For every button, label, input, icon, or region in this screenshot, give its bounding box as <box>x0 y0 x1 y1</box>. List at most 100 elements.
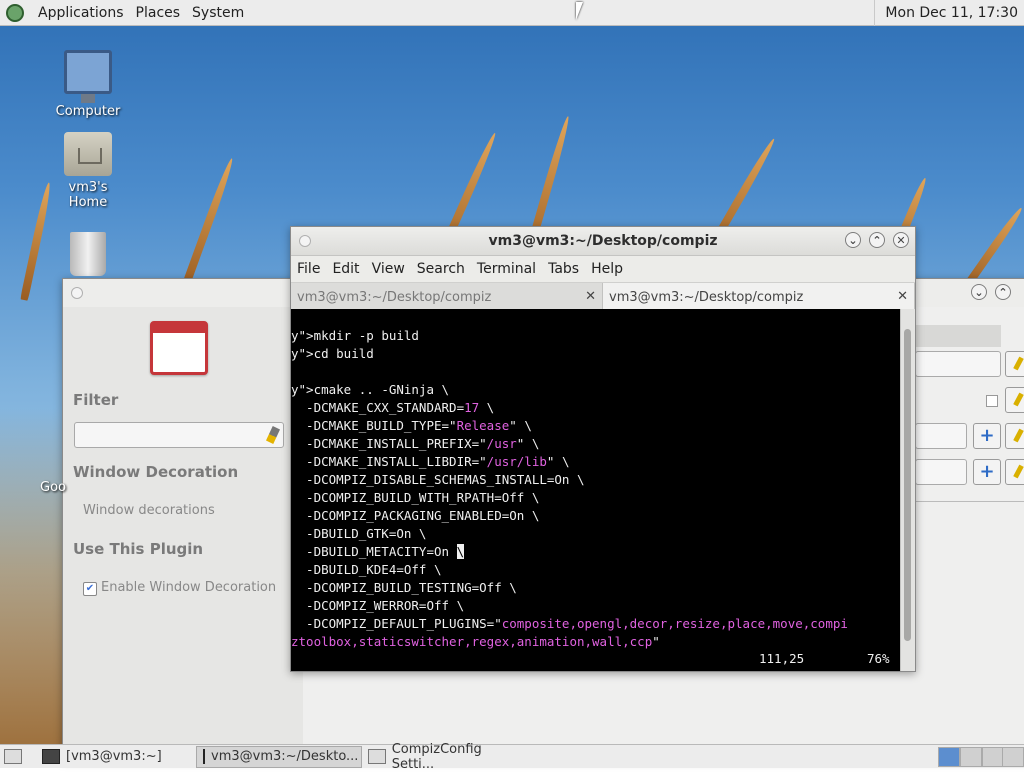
taskbar-item-terminal-2[interactable]: vm3@vm3:~/Deskto... <box>196 745 362 768</box>
terminal-line: y">cmake .. -GNinja \ <box>291 382 450 397</box>
terminal-line: -DBUILD_METACITY=On \ <box>291 544 465 559</box>
menu-applications[interactable]: Applications <box>32 5 130 21</box>
reset-setting-icon[interactable] <box>1005 387 1024 413</box>
setting-input[interactable] <box>915 423 967 449</box>
workspace-2[interactable] <box>960 747 982 767</box>
workspace-4[interactable] <box>1002 747 1024 767</box>
menu-places[interactable]: Places <box>130 5 187 21</box>
cursor-position: 111,25 <box>759 651 805 666</box>
reset-setting-icon[interactable] <box>1005 459 1024 485</box>
terminal-icon <box>203 749 205 764</box>
terminal-line: -DBUILD_KDE4=Off \ <box>291 562 442 577</box>
desktop-icon-computer[interactable]: Computer <box>46 50 130 119</box>
workspace-3[interactable] <box>982 747 1004 767</box>
taskbar-item-label: CompizConfig Setti... <box>391 741 482 772</box>
close-tab-icon[interactable]: ✕ <box>897 289 908 304</box>
panel-clock[interactable]: Mon Dec 11, 17:30 <box>874 0 1024 26</box>
taskbar-item-label: [vm3@vm3:~] <box>66 749 162 764</box>
window-menu-icon[interactable] <box>71 287 83 299</box>
show-desktop-icon[interactable] <box>0 746 36 768</box>
terminal-tab-2[interactable]: vm3@vm3:~/Desktop/compiz ✕ <box>603 283 915 311</box>
menu-system[interactable]: System <box>186 5 250 21</box>
terminal-line: -DCMAKE_CXX_STANDARD=17 \ <box>291 400 495 415</box>
menu-view[interactable]: View <box>366 261 411 277</box>
scroll-percent: 76% <box>867 651 890 666</box>
top-panel: Applications Places System Mon Dec 11, 1… <box>0 0 1024 26</box>
terminal-line: y">mkdir -p build <box>291 328 419 343</box>
menu-file[interactable]: File <box>291 261 326 277</box>
terminal-output[interactable]: y">mkdir -p build y">cd build y">cmake .. … <box>291 309 901 671</box>
desktop-icon-home[interactable]: vm3's Home <box>46 132 130 210</box>
window-menu-icon[interactable] <box>299 235 311 247</box>
add-item-icon[interactable]: + <box>973 423 1001 449</box>
taskbar-item-label: vm3@vm3:~/Deskto... <box>211 749 359 764</box>
tab-label: vm3@vm3:~/Desktop/compiz <box>609 289 804 305</box>
enable-plugin-label[interactable]: Enable Window Decoration <box>101 580 276 595</box>
taskbar-item-ccsm[interactable]: CompizConfig Setti... <box>362 742 532 772</box>
window-decoration-plugin-icon <box>150 321 208 375</box>
terminal-icon <box>42 749 60 764</box>
trash-icon <box>70 232 106 276</box>
minimize-icon[interactable]: ⌄ <box>845 232 861 248</box>
bottom-taskbar: [vm3@vm3:~] vm3@vm3:~/Deskto... CompizCo… <box>0 742 1024 772</box>
settings-icon <box>368 749 386 764</box>
workspace-1[interactable] <box>938 747 960 767</box>
terminal-tab-bar: vm3@vm3:~/Desktop/compiz ✕ vm3@vm3:~/Des… <box>291 283 915 312</box>
home-folder-icon <box>64 132 112 176</box>
terminal-line: -DCOMPIZ_BUILD_WITH_RPATH=Off \ <box>291 490 540 505</box>
menu-edit[interactable]: Edit <box>326 261 365 277</box>
computer-icon <box>64 50 112 103</box>
terminal-text: y">mkdir -p build y">cd build y">cmake .. … <box>291 309 848 651</box>
window-decoration-heading: Window Decoration <box>73 463 239 481</box>
terminal-line: -DCOMPIZ_BUILD_TESTING=Off \ <box>291 580 517 595</box>
maximize-icon[interactable]: ⌃ <box>869 232 885 248</box>
terminal-line: -DCMAKE_INSTALL_PREFIX="/usr" \ <box>291 436 540 451</box>
enable-plugin-checkbox[interactable]: ✔ <box>83 582 97 596</box>
terminal-line: -DCOMPIZ_DISABLE_SCHEMAS_INSTALL=On \ <box>291 472 585 487</box>
distro-logo-icon[interactable] <box>6 3 24 22</box>
use-plugin-heading: Use This Plugin <box>73 540 204 558</box>
ccsm-sidebar: Filter Window Decoration Window decorati… <box>63 307 304 759</box>
terminal-line: -DCOMPIZ_PACKAGING_ENABLED=On \ <box>291 508 540 523</box>
scrollbar-thumb[interactable] <box>904 329 911 641</box>
filter-input[interactable] <box>74 422 284 448</box>
terminal-scrollbar[interactable] <box>900 309 915 671</box>
window-decorations-item[interactable]: Window decorations <box>83 503 215 518</box>
reset-setting-icon[interactable] <box>1005 351 1024 377</box>
terminal-titlebar[interactable]: vm3@vm3:~/Desktop/compiz ⌄ ⌃ ✕ <box>291 227 915 256</box>
desktop-icon-label: Computer <box>55 104 121 119</box>
menu-tabs[interactable]: Tabs <box>542 261 585 277</box>
divider <box>915 501 1024 502</box>
desktop-icon-trash[interactable] <box>46 232 130 280</box>
terminal-line: -DBUILD_GTK=On \ <box>291 526 427 541</box>
partial-desktop-label: Goo <box>40 480 66 495</box>
terminal-line: -DCOMPIZ_WERROR=Off \ <box>291 598 465 613</box>
grass-stalk <box>180 157 236 292</box>
terminal-title: vm3@vm3:~/Desktop/compiz <box>488 233 718 249</box>
menu-terminal[interactable]: Terminal <box>471 261 542 277</box>
setting-checkbox[interactable] <box>986 395 998 407</box>
terminal-window: vm3@vm3:~/Desktop/compiz ⌄ ⌃ ✕ File Edit… <box>290 226 916 672</box>
add-item-icon[interactable]: + <box>973 459 1001 485</box>
taskbar-item-terminal-1[interactable]: [vm3@vm3:~] <box>36 746 196 768</box>
terminal-tab-1[interactable]: vm3@vm3:~/Desktop/compiz ✕ <box>291 283 603 311</box>
terminal-menubar: File Edit View Search Terminal Tabs Help <box>291 256 915 283</box>
terminal-line: ztoolbox,staticswitcher,regex,animation,… <box>291 634 660 649</box>
desktop-icon-label: vm3's Home <box>68 180 108 210</box>
clear-filter-icon[interactable] <box>265 426 281 444</box>
close-icon[interactable]: ✕ <box>893 232 909 248</box>
setting-input[interactable] <box>915 459 967 485</box>
filter-heading: Filter <box>73 391 119 409</box>
maximize-icon[interactable]: ⌃ <box>995 284 1011 300</box>
setting-input[interactable] <box>915 351 1001 377</box>
terminal-line: y">cd build <box>291 346 374 361</box>
mouse-pointer-icon <box>576 2 590 20</box>
close-tab-icon[interactable]: ✕ <box>585 289 596 304</box>
menu-help[interactable]: Help <box>585 261 629 277</box>
minimize-icon[interactable]: ⌄ <box>971 284 987 300</box>
reset-setting-icon[interactable] <box>1005 423 1024 449</box>
menu-search[interactable]: Search <box>411 261 471 277</box>
tab-label: vm3@vm3:~/Desktop/compiz <box>297 289 492 305</box>
